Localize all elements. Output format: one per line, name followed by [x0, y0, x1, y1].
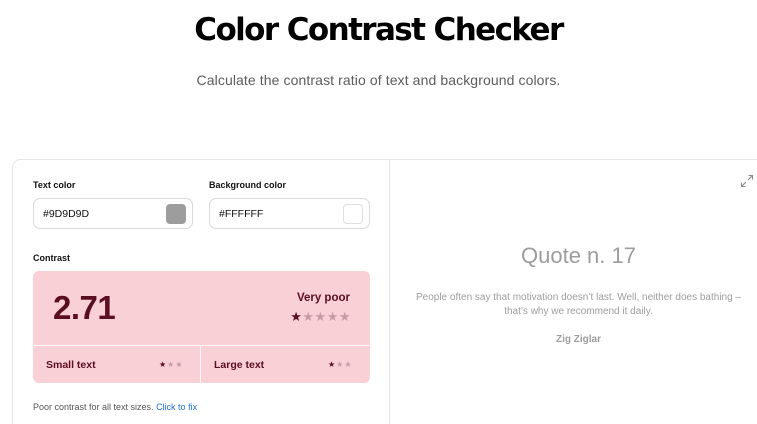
- hint-text: Poor contrast for all text sizes.: [33, 402, 154, 412]
- fix-link[interactable]: Click to fix: [156, 402, 197, 412]
- star-empty-icon: ★: [175, 360, 184, 369]
- text-color-value: #9D9D9D: [43, 207, 90, 220]
- contrast-label: Contrast: [33, 253, 71, 263]
- background-color-input[interactable]: #FFFFFF: [209, 198, 370, 229]
- star-empty-icon: ★: [344, 360, 353, 369]
- background-color-swatch[interactable]: [343, 204, 363, 224]
- divider: [33, 345, 370, 346]
- star-empty-icon: ★: [326, 309, 339, 324]
- large-text-stars: ★★★: [328, 360, 353, 369]
- rating-label: Very poor: [296, 292, 350, 304]
- controls-panel: Text color #9D9D9D Background color #FFF…: [13, 160, 390, 424]
- preview-quote: People often say that motivation doesn’t…: [415, 292, 741, 317]
- star-empty-icon: ★: [302, 309, 315, 324]
- expand-icon[interactable]: [740, 174, 754, 188]
- contrast-result: 2.71 Very poor ★★★★★ Small text ★★★ Larg…: [33, 271, 370, 383]
- page-title: Color Contrast Checker: [194, 12, 564, 48]
- star-empty-icon: ★: [314, 309, 327, 324]
- divider: [200, 345, 201, 383]
- star-filled-icon: ★: [159, 360, 168, 369]
- text-color-swatch[interactable]: [166, 204, 186, 224]
- page-subtitle: Calculate the contrast ratio of text and…: [196, 72, 561, 88]
- star-empty-icon: ★: [338, 309, 351, 324]
- rating-stars: ★★★★★: [290, 309, 351, 325]
- large-text-label: Large text: [214, 359, 265, 371]
- text-color-label: Text color: [33, 180, 76, 190]
- small-text-stars: ★★★: [159, 360, 184, 369]
- contrast-ratio: 2.71: [53, 289, 116, 326]
- preview-title: Quote n. 17: [521, 243, 636, 268]
- star-filled-icon: ★: [328, 360, 337, 369]
- text-color-input[interactable]: #9D9D9D: [33, 198, 193, 229]
- background-color-value: #FFFFFF: [219, 207, 264, 220]
- small-text-label: Small text: [46, 359, 96, 371]
- background-color-label: Background color: [209, 180, 287, 190]
- star-filled-icon: ★: [290, 309, 303, 324]
- contrast-hint: Poor contrast for all text sizes. Click …: [33, 402, 197, 412]
- preview-author: Zig Ziglar: [556, 334, 601, 345]
- checker-card: Text color #9D9D9D Background color #FFF…: [12, 159, 757, 424]
